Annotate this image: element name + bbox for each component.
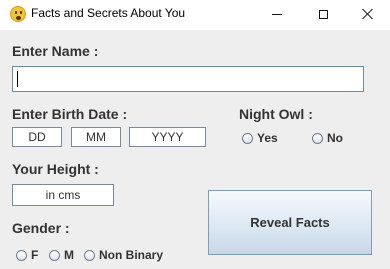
night-owl-no-label: No xyxy=(327,131,343,145)
app-window: Facts and Secrets About You Enter Name :… xyxy=(0,0,390,269)
birth-date-label: Enter Birth Date : xyxy=(12,106,128,122)
night-owl-label: Night Owl : xyxy=(239,106,313,122)
radio-button-icon xyxy=(49,249,60,261)
close-icon xyxy=(362,8,374,20)
height-input[interactable]: in cms xyxy=(12,184,114,206)
gender-nonbinary-label: Non Binary xyxy=(99,248,164,262)
minimize-icon xyxy=(272,13,282,15)
minimize-button[interactable] xyxy=(255,0,299,28)
gender-m-radio[interactable]: M xyxy=(49,248,74,262)
gender-m-label: M xyxy=(64,248,74,262)
birth-year-input[interactable]: YYYY xyxy=(129,127,206,147)
reveal-facts-button[interactable]: Reveal Facts xyxy=(208,190,372,255)
gender-nonbinary-radio[interactable]: Non Binary xyxy=(84,248,163,262)
name-label: Enter Name : xyxy=(12,43,99,59)
birth-day-placeholder: DD xyxy=(28,130,46,144)
title-bar: Facts and Secrets About You xyxy=(0,0,390,30)
gender-f-radio[interactable]: F xyxy=(16,248,38,262)
close-button[interactable] xyxy=(346,0,390,28)
radio-button-icon xyxy=(312,132,323,144)
maximize-icon xyxy=(318,9,328,19)
text-caret xyxy=(17,71,18,87)
gender-f-label: F xyxy=(31,248,39,262)
birth-month-input[interactable]: MM xyxy=(71,127,121,147)
height-label: Your Height : xyxy=(12,161,99,177)
night-owl-no-radio[interactable]: No xyxy=(312,131,343,145)
birth-month-placeholder: MM xyxy=(86,130,106,144)
surprised-face-icon xyxy=(10,6,26,22)
name-input[interactable] xyxy=(12,66,364,92)
radio-button-icon xyxy=(16,249,27,261)
radio-button-icon xyxy=(242,132,253,144)
birth-year-placeholder: YYYY xyxy=(151,130,184,144)
maximize-button[interactable] xyxy=(301,0,345,28)
radio-button-icon xyxy=(84,249,95,261)
window-title: Facts and Secrets About You xyxy=(31,6,186,20)
birth-day-input[interactable]: DD xyxy=(12,127,62,147)
night-owl-yes-radio[interactable]: Yes xyxy=(242,131,278,145)
height-placeholder: in cms xyxy=(45,188,81,202)
night-owl-yes-label: Yes xyxy=(257,131,278,145)
gender-label: Gender : xyxy=(12,220,70,236)
